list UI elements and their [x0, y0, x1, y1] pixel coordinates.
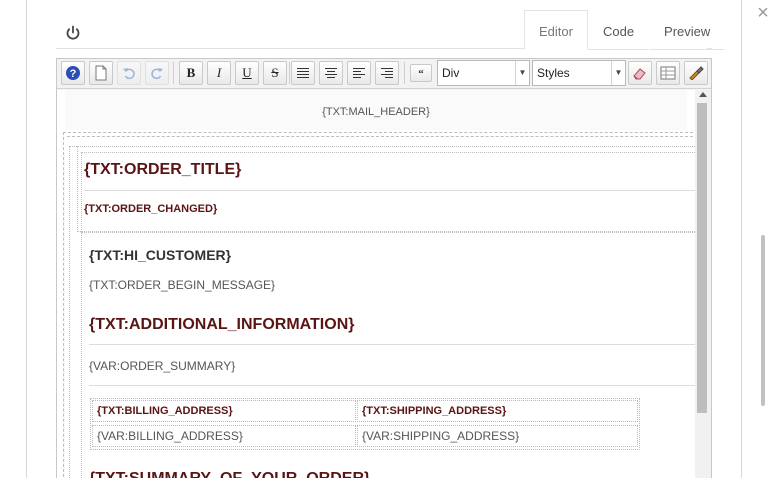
tabs-divider: [707, 48, 712, 49]
undo-icon: [123, 68, 135, 80]
styles-select[interactable]: Styles ▼: [532, 60, 626, 86]
summary-divider: [89, 385, 695, 386]
justify-button[interactable]: [291, 61, 315, 85]
svg-text:“: “: [418, 68, 424, 78]
header-divider: [56, 48, 524, 49]
blockquote-icon: “: [418, 68, 424, 78]
toolbar-separator: [173, 62, 174, 84]
additional-information-heading: {TXT:ADDITIONAL_INFORMATION}: [89, 316, 355, 333]
align-center-button[interactable]: [319, 61, 343, 85]
content-scrollbar-thumb[interactable]: [697, 103, 707, 413]
shipping-address-value: {VAR:SHIPPING_ADDRESS}: [357, 425, 638, 447]
table-icon: [660, 66, 676, 80]
blockquote-button[interactable]: “: [410, 64, 432, 82]
order-changed: {TXT:ORDER_CHANGED}: [84, 203, 218, 215]
help-button[interactable]: ?: [61, 61, 85, 85]
toolbar-separator: [289, 62, 290, 84]
align-left-icon: [353, 68, 365, 78]
remove-format-button[interactable]: [628, 61, 652, 85]
tab-preview[interactable]: Preview: [649, 10, 726, 50]
hi-customer-heading: {TXT:HI_CUSTOMER}: [89, 247, 232, 263]
align-right-button[interactable]: [375, 61, 399, 85]
editor-content-area[interactable]: {TXT:MAIL_HEADER} {TXT:ORDER_TITLE} {TXT…: [57, 90, 695, 478]
table-button[interactable]: [656, 61, 680, 85]
outer-container-inner-edge: [67, 136, 695, 137]
shipping-address-header: {TXT:SHIPPING_ADDRESS}: [357, 400, 638, 422]
paint-brush-icon: [689, 66, 704, 80]
additional-divider: [89, 344, 695, 345]
page-scrollbar-thumb[interactable]: [761, 235, 765, 406]
align-left-button[interactable]: [347, 61, 371, 85]
redo-icon: [151, 68, 163, 80]
help-icon: ?: [66, 66, 80, 80]
eraser-icon: [633, 68, 646, 80]
tab-code[interactable]: Code: [587, 10, 650, 50]
redo-button[interactable]: [145, 61, 169, 85]
editor-tabs: Editor Code Preview: [524, 10, 726, 50]
tab-editor[interactable]: Editor: [524, 10, 588, 50]
title-divider: [84, 190, 695, 191]
scroll-up-arrow-icon[interactable]: [699, 92, 707, 97]
chevron-down-icon: ▼: [611, 61, 625, 85]
toolbar-separator: [404, 62, 405, 84]
close-icon[interactable]: ×: [754, 3, 770, 23]
align-right-icon: [381, 68, 393, 78]
new-page-button[interactable]: [89, 61, 113, 85]
content-scrollbar[interactable]: [695, 90, 711, 478]
justify-icon: [297, 68, 309, 78]
page-scrollbar[interactable]: [758, 28, 768, 478]
format-select[interactable]: Div ▼: [437, 60, 530, 86]
summary-of-order-heading: {TXT:SUMMARY_OF_YOUR_ORDER}: [89, 470, 370, 478]
undo-button[interactable]: [117, 61, 141, 85]
bold-button[interactable]: B: [179, 61, 203, 85]
format-select-value: Div: [442, 66, 460, 80]
paint-brush-button[interactable]: [684, 61, 708, 85]
svg-text:?: ?: [70, 68, 77, 80]
align-center-icon: [325, 68, 337, 78]
mail-header: {TXT:MAIL_HEADER}: [65, 90, 687, 130]
order-title: {TXT:ORDER_TITLE}: [84, 161, 242, 178]
power-icon[interactable]: [64, 24, 82, 42]
underline-button[interactable]: U: [235, 61, 259, 85]
billing-address-header: {TXT:BILLING_ADDRESS}: [92, 400, 356, 422]
italic-button[interactable]: I: [207, 61, 231, 85]
styles-select-value: Styles: [537, 66, 570, 80]
chevron-down-icon: ▼: [515, 61, 529, 85]
billing-address-value: {VAR:BILLING_ADDRESS}: [92, 425, 356, 447]
strikethrough-button[interactable]: S: [263, 61, 287, 85]
new-page-icon: [95, 65, 107, 81]
order-begin-message: {TXT:ORDER_BEGIN_MESSAGE}: [89, 278, 276, 292]
order-summary: {VAR:ORDER_SUMMARY}: [89, 359, 236, 373]
